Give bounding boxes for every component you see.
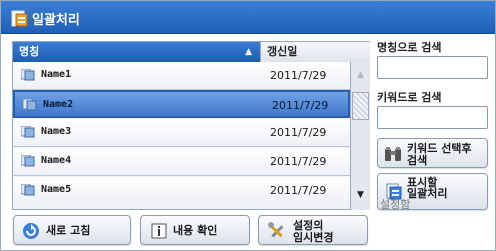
batch-item-icon	[21, 155, 35, 167]
temporary-change-line1: 설정의	[293, 219, 324, 232]
batch-list: 명칭 ▲ 갱신일 Name1 2011/7/29 Name2 2011/7/29	[12, 41, 370, 210]
refresh-label: 새로 고침	[46, 224, 91, 237]
search-by-name-input[interactable]	[377, 56, 488, 79]
refresh-icon	[23, 223, 39, 239]
list-row-3[interactable]: Name3 2011/7/29	[13, 119, 350, 147]
header-scroll-spacer	[350, 42, 370, 62]
binoculars-icon	[385, 147, 401, 161]
temporary-change-button[interactable]: 설정의 임시변경	[258, 215, 368, 245]
row-name: Name4	[41, 155, 72, 166]
show-batch-button[interactable]: 표시할 일괄처리 설정함	[377, 173, 488, 210]
temporary-change-line2: 임시변경	[293, 231, 334, 244]
search-by-name-label: 명칭으로 검색	[377, 41, 442, 54]
show-batch-line3: 설정함	[380, 198, 411, 211]
row-date: 2011/7/29	[270, 155, 327, 168]
list-row-4[interactable]: Name4 2011/7/29	[13, 148, 350, 176]
column-name-label: 명칭	[19, 45, 40, 58]
scroll-down-icon[interactable]: ▼	[351, 182, 370, 208]
tools-icon	[268, 222, 284, 238]
batch-document-icon	[11, 10, 28, 27]
column-date-label: 갱신일	[267, 45, 298, 58]
column-header-date[interactable]: 갱신일	[260, 42, 350, 62]
row-date: 2011/7/29	[270, 184, 327, 197]
row-name: Name2	[43, 99, 74, 110]
row-date: 2011/7/29	[270, 126, 327, 139]
list-row-5[interactable]: Name5 2011/7/29	[13, 177, 350, 205]
row-date: 2011/7/29	[272, 99, 329, 112]
batch-item-icon	[21, 184, 35, 196]
batch-item-icon	[21, 126, 35, 138]
refresh-button[interactable]: 새로 고침	[13, 215, 131, 245]
scroll-up-icon[interactable]: ▲	[351, 62, 370, 88]
details-button[interactable]: 내용 확인	[140, 215, 250, 245]
details-label: 내용 확인	[173, 224, 218, 237]
title-bar: 일괄처리	[1, 1, 495, 34]
keyword-select-search-button[interactable]: 키워드 선택후 검색	[377, 138, 488, 168]
show-batch-line2: 일괄처리	[407, 187, 448, 200]
scroll-thumb[interactable]	[352, 92, 369, 120]
keyword-select-line1: 키워드 선택후	[407, 142, 472, 155]
list-row-1[interactable]: Name1 2011/7/29	[13, 62, 350, 90]
keyword-select-line2: 검색	[407, 154, 428, 167]
batch-item-icon	[21, 69, 35, 81]
list-row-2[interactable]: Name2 2011/7/29	[13, 90, 350, 118]
batch-processing-window: 일괄처리 명칭 ▲ 갱신일 Name1 2011/7/29 Name2 2011…	[0, 0, 496, 251]
sort-ascending-icon: ▲	[245, 47, 252, 57]
search-by-keyword-input[interactable]	[377, 106, 488, 129]
window-title: 일괄처리	[32, 13, 80, 28]
info-icon	[151, 223, 167, 239]
row-name: Name1	[41, 69, 72, 80]
row-name: Name5	[41, 184, 72, 195]
search-by-keyword-label: 키워드로 검색	[377, 91, 442, 104]
list-scrollbar[interactable]: ▲ ▼	[350, 62, 370, 210]
column-header-name[interactable]: 명칭 ▲	[13, 42, 260, 62]
row-date: 2011/7/29	[270, 69, 327, 82]
batch-item-icon	[23, 99, 37, 111]
row-name: Name3	[41, 126, 72, 137]
